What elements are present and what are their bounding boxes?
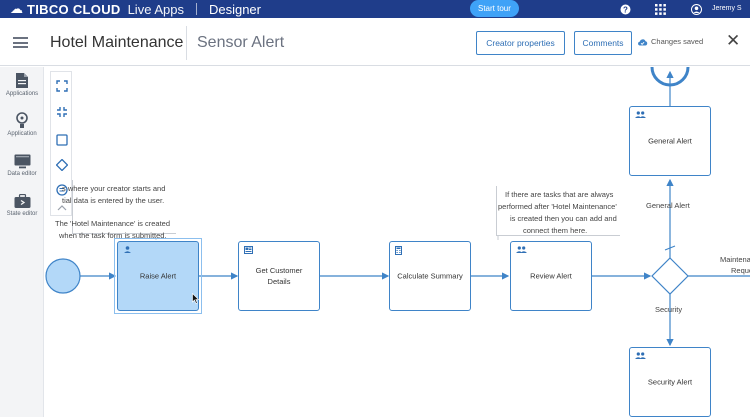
nav-item-data-editor[interactable]: Data editor — [0, 154, 44, 177]
task-label: Security Alert — [647, 377, 693, 387]
start-tour-button[interactable]: Start tour — [470, 0, 519, 17]
brand-name: TIBCO CLOUD — [27, 1, 121, 17]
gateway-shape-icon[interactable] — [55, 158, 69, 172]
document-icon — [16, 73, 28, 88]
task-label-line-1: Get Customer — [255, 266, 303, 275]
task-label: Calculate Summary — [397, 271, 463, 281]
task-label: Raise Alert — [139, 271, 177, 281]
save-status: Changes saved — [637, 37, 703, 46]
start-note-line-1: s where your creator starts and — [62, 184, 166, 193]
user-name[interactable]: Jeremy S — [712, 0, 742, 18]
calculator-icon — [395, 246, 402, 257]
nav-label-data-editor: Data editor — [7, 171, 37, 177]
section-name: Designer — [208, 1, 261, 17]
top-bar: ☁ TIBCO CLOUD Live Apps Designer Start t… — [0, 0, 750, 18]
group-task-icon — [635, 352, 646, 361]
task-security-alert[interactable]: Security Alert — [629, 347, 711, 417]
nav-item-state-editor[interactable]: State editor — [0, 194, 44, 217]
task-review-alert[interactable]: Review Alert — [510, 241, 592, 311]
cloud-check-icon — [638, 38, 648, 45]
task-get-customer-details[interactable]: Get Customer Details — [238, 241, 320, 311]
task-label-line-2: Details — [267, 277, 291, 286]
group-task-icon — [516, 246, 527, 255]
briefcase-icon — [14, 194, 30, 208]
user-avatar-icon[interactable] — [691, 0, 702, 18]
user-task-icon — [123, 246, 132, 255]
monitor-icon — [14, 154, 30, 169]
brand: ☁ TIBCO CLOUD Live Apps Designer — [10, 0, 261, 18]
nav-label-application: Application — [7, 131, 37, 137]
help-icon[interactable]: ? — [620, 0, 631, 18]
brand-divider — [195, 3, 197, 15]
start-note-line-2: tial data is entered by the user. — [62, 196, 165, 205]
task-label: Get Customer Details — [239, 265, 319, 287]
nav-label-applications: Applications — [5, 91, 39, 97]
task-calculate-summary[interactable]: Calculate Summary — [389, 241, 471, 311]
task-label: Review Alert — [530, 271, 572, 281]
close-icon[interactable]: ✕ — [726, 31, 740, 51]
task-label: General Alert — [648, 136, 692, 146]
nav-label-state-editor: State editor — [6, 211, 38, 217]
nav-item-applications[interactable]: Applications — [0, 72, 44, 97]
task-general-alert[interactable]: General Alert — [629, 106, 711, 176]
grid-icon[interactable] — [655, 0, 666, 18]
task-shape-icon[interactable] — [56, 134, 68, 146]
edge-label-security[interactable]: Security — [655, 305, 682, 314]
edge-label-general-alert[interactable]: General Alert — [646, 201, 690, 210]
collapse-icon[interactable] — [56, 106, 68, 118]
review-note-line-1: If there are tasks that are always — [505, 190, 614, 199]
svg-text:?: ? — [623, 6, 628, 15]
review-note-line-2: performed after 'Hotel Maintenance' — [498, 202, 617, 211]
changes-saved-label: Changes saved — [651, 37, 704, 46]
process-title: Sensor Alert — [197, 34, 285, 51]
review-note-line-3: is created then you can add and — [510, 214, 617, 223]
edge-label-maintenance-1[interactable]: Maintena — [720, 255, 750, 264]
title-divider — [186, 26, 187, 60]
script-task-icon — [244, 246, 253, 256]
edge-label-maintenance-2[interactable]: Reque — [731, 266, 750, 275]
nav-item-application[interactable]: Application — [0, 112, 44, 137]
comments-button[interactable]: Comments — [574, 31, 632, 55]
menu-icon[interactable] — [13, 37, 28, 48]
fit-screen-icon[interactable] — [56, 80, 68, 92]
mouse-cursor-icon — [192, 293, 199, 304]
creator-properties-button[interactable]: Creator properties — [476, 31, 565, 55]
task-raise-alert[interactable]: Raise Alert — [117, 241, 199, 311]
product-name: Live Apps — [127, 1, 184, 17]
review-note-line-4: connect them here. — [523, 226, 588, 235]
header: Hotel Maintenance Sensor Alert Creator p… — [0, 18, 750, 66]
start-note-line-3: The 'Hotel Maintenance' is created — [55, 219, 171, 228]
left-nav: Applications Application Data editor Sta… — [0, 67, 44, 417]
tibco-logo-icon: ☁ — [10, 1, 23, 16]
group-task-icon — [635, 111, 646, 120]
lightbulb-icon — [16, 112, 28, 128]
app-title: Hotel Maintenance — [50, 34, 184, 51]
